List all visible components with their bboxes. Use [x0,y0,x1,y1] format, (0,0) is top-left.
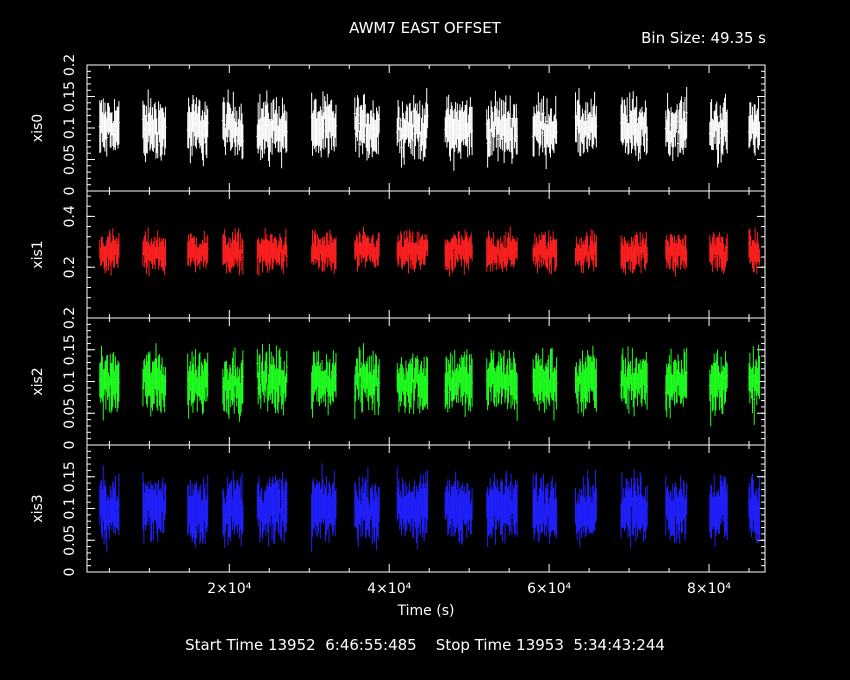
time-range-footer: Start Time 13952 6:46:55:485 Stop Time 1… [185,636,665,654]
y-tick-label: 0.15 [62,334,78,365]
y-axis-label-xis3: xis3 [30,494,46,522]
y-tick-label: 0 [62,187,78,196]
data-points-xis2 [98,343,761,427]
light-curve-chart: 0 0.05 0.1 0.15 0.2 xis0 0.2 0.4 xis1 0 0.05 0.1 0.1… [30,54,766,619]
panel-xis3: 0 0.05 0.1 0.15 xis3 [30,444,766,577]
x-tick-label: 6×10⁴ [527,581,571,597]
y-tick-label: 0.05 [62,398,78,429]
x-tick-label: 4×10⁴ [367,581,411,597]
y-tick-label: 0.2 [62,307,78,329]
y-axis-label-xis2: xis2 [30,367,46,395]
y-tick-label: 0.2 [62,256,78,278]
y-tick-label: 0.15 [62,461,78,492]
y-tick-label: 0.1 [62,497,78,519]
y-tick-label: 0.05 [62,144,78,175]
x-tick-label: 2×10⁴ [207,581,251,597]
data-points-xis3 [98,463,761,552]
data-points-xis1 [98,226,761,277]
y-tick-label: 0.1 [62,117,78,139]
x-tick-label: 8×10⁴ [687,581,731,597]
panel-xis0: 0 0.05 0.1 0.15 0.2 xis0 [30,54,766,196]
y-tick-label: 0.1 [62,370,78,392]
panel-xis1: 0.2 0.4 xis1 [30,190,766,319]
data-points-xis0 [98,86,761,171]
y-tick-label: 0.15 [62,81,78,112]
y-axis-label-xis1: xis1 [30,240,46,268]
y-tick-label: 0 [62,441,78,450]
y-tick-label: 0.05 [62,525,78,556]
y-tick-label: 0 [62,568,78,577]
y-tick-label: 0.2 [62,54,78,76]
x-axis-label: Time (s) [397,603,455,619]
panel-xis2: 0 0.05 0.1 0.15 0.2 xis2 [30,307,766,450]
y-axis-label-xis0: xis0 [30,114,46,142]
y-tick-label: 0.4 [62,205,78,227]
